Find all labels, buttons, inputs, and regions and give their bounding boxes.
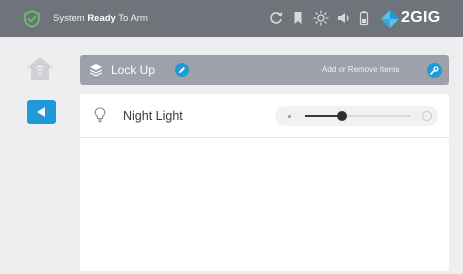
home-icon[interactable] xyxy=(26,55,54,81)
layers-icon xyxy=(90,64,102,77)
add-remove-items-link[interactable]: Add or Remove Items xyxy=(322,65,399,74)
dim-high-icon xyxy=(422,111,432,121)
add-remove-items-button[interactable] xyxy=(427,63,442,78)
system-status-text: System Ready To Arm xyxy=(53,13,148,24)
bookmark-icon[interactable] xyxy=(290,10,306,26)
2gig-logo-icon xyxy=(381,10,399,28)
scene-header-bar: Lock Up Add or Remove Items xyxy=(80,55,449,85)
volume-icon[interactable] xyxy=(336,10,352,26)
brand-logo-text: 2GIG xyxy=(401,9,441,26)
device-list-panel: Night Light xyxy=(80,94,449,271)
status-suffix: To Arm xyxy=(115,13,148,24)
brightness-icon[interactable] xyxy=(313,10,329,26)
refresh-icon[interactable] xyxy=(268,10,284,26)
shield-check-icon xyxy=(24,10,40,28)
status-prefix: System xyxy=(53,13,88,24)
pencil-icon xyxy=(179,67,185,73)
dimmer-slider[interactable] xyxy=(275,106,438,126)
top-status-bar: System Ready To Arm 2GIG xyxy=(0,0,463,37)
edit-scene-button[interactable] xyxy=(175,63,189,77)
wrench-icon xyxy=(430,66,439,75)
scene-title: Lock Up xyxy=(111,63,156,77)
slider-thumb[interactable] xyxy=(337,111,348,121)
list-item: Night Light xyxy=(80,94,449,138)
back-arrow-icon xyxy=(37,107,45,117)
status-ready: Ready xyxy=(87,13,116,24)
dim-low-icon xyxy=(288,115,291,118)
back-button[interactable] xyxy=(27,100,56,124)
device-name: Night Light xyxy=(123,109,183,123)
battery-icon xyxy=(359,11,369,26)
light-bulb-icon xyxy=(94,107,106,123)
